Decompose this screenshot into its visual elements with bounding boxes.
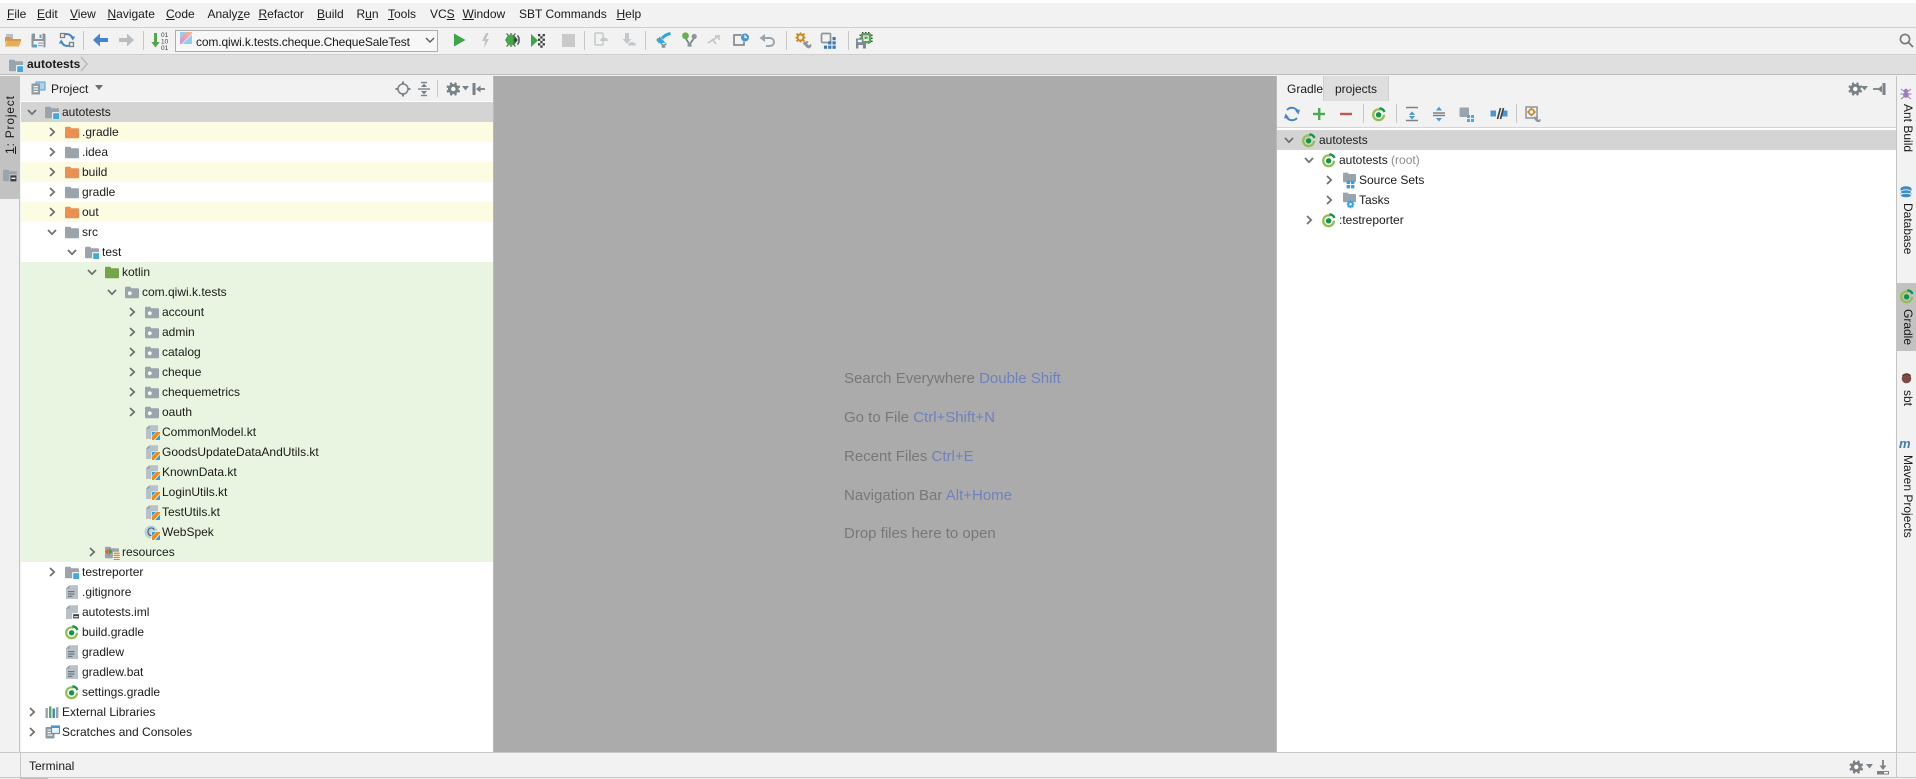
svg-text:01: 01	[161, 45, 169, 50]
